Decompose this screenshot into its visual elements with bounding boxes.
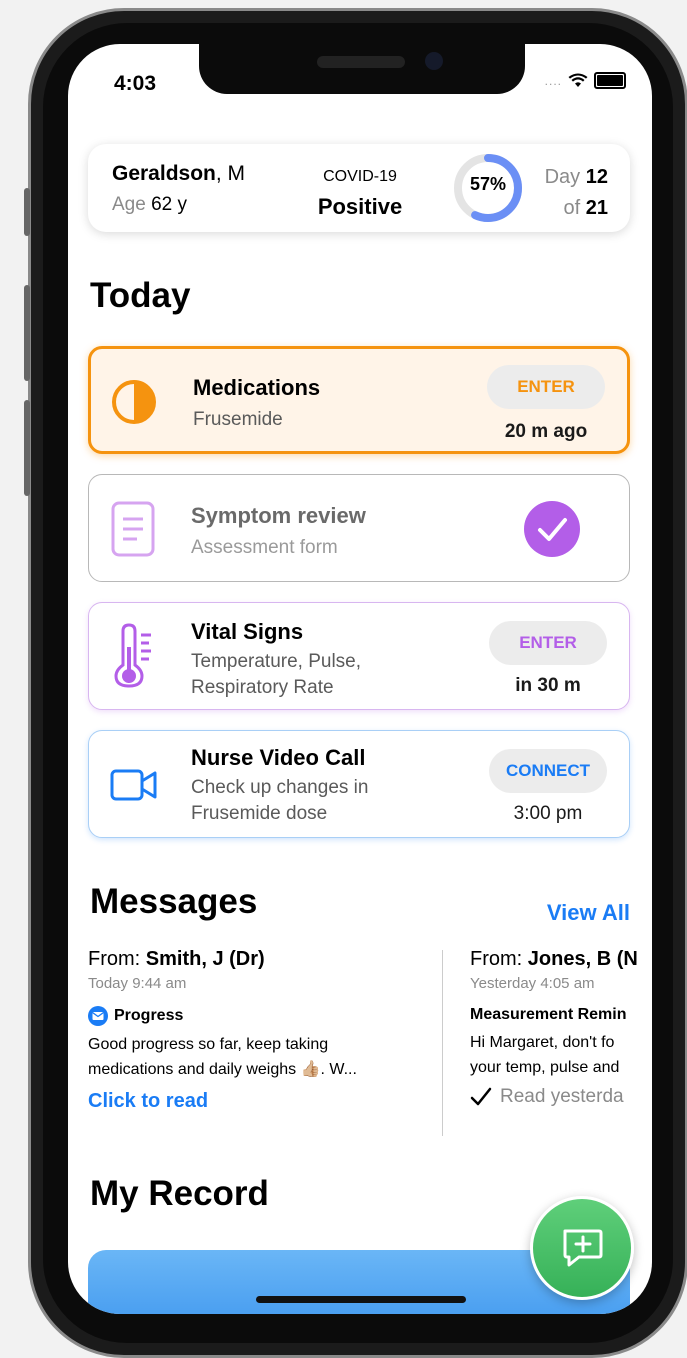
diagnosis-label: COVID-19: [323, 168, 397, 185]
card-subtitle: Frusemide: [193, 409, 283, 430]
mail-icon: [88, 1006, 108, 1026]
view-all-messages-link[interactable]: View All: [547, 900, 630, 926]
card-subtitle: Assessment form: [191, 537, 338, 558]
today-heading: Today: [90, 276, 191, 315]
card-title: Symptom review: [191, 503, 366, 528]
front-camera: [425, 52, 443, 70]
status-icons: ....: [545, 72, 626, 89]
card-title: Vital Signs: [191, 619, 304, 644]
message-subject: Progress: [88, 1006, 388, 1026]
messages-heading: Messages: [90, 882, 258, 921]
symptom-review-card[interactable]: Symptom review Assessment form: [88, 474, 630, 582]
card-subtitle-line-2: Respiratory Rate: [191, 677, 334, 698]
click-to-read-link[interactable]: Click to read: [88, 1090, 388, 1113]
document-icon: [111, 501, 155, 557]
message-divider: [442, 950, 443, 1136]
volume-down-button: [24, 400, 30, 496]
half-circle-icon: [112, 380, 156, 424]
connect-video-call-button[interactable]: CONNECT: [489, 749, 607, 793]
messages-carousel[interactable]: From: Smith, J (Dr) Today 9:44 am Progre…: [88, 948, 652, 1148]
card-time: 20 m ago: [504, 421, 588, 442]
video-camera-icon: [110, 769, 157, 801]
message-preview-line-1: Good progress so far, keep taking: [88, 1036, 329, 1053]
vital-signs-card[interactable]: Vital Signs Temperature, Pulse, Respirat…: [88, 602, 630, 710]
my-record-heading: My Record: [90, 1174, 269, 1213]
speaker: [317, 56, 405, 68]
compose-chat-icon: [563, 1229, 603, 1267]
message-card[interactable]: From: Jones, B (N Yesterday 4:05 am Meas…: [470, 948, 650, 1138]
battery-icon: [594, 72, 626, 89]
card-time: in 30 m: [515, 675, 581, 696]
message-time: Yesterday 4:05 am: [470, 975, 595, 992]
new-message-button[interactable]: [530, 1196, 634, 1300]
message-card[interactable]: From: Smith, J (Dr) Today 9:44 am Progre…: [88, 948, 388, 1138]
message-preview-line-2: medications and daily weighs 👍🏼. W...: [88, 1061, 357, 1078]
card-subtitle-line-2: Frusemide dose: [191, 803, 328, 824]
diagnosis-block: COVID-19 Positive: [300, 144, 420, 232]
status-time: 4:03: [114, 72, 157, 95]
card-subtitle-line-1: Temperature, Pulse,: [191, 651, 362, 672]
thermometer-icon: [114, 623, 151, 688]
enter-medications-button[interactable]: ENTER: [487, 365, 605, 409]
card-title: Nurse Video Call: [191, 745, 366, 770]
diagnosis-result: Positive: [317, 194, 403, 219]
app-screen: 4:03 .... Geraldson, M Age 62 y COVID-19…: [68, 44, 652, 1314]
message-subject: Measurement Remin: [470, 1006, 627, 1023]
wifi-icon: [568, 73, 588, 87]
message-preview-line-1: Hi Margaret, don't fo: [470, 1034, 615, 1051]
volume-up-button: [24, 285, 30, 381]
completed-check-icon: [524, 501, 580, 557]
message-preview-line-2: your temp, pulse and: [470, 1059, 620, 1076]
patient-name: Geraldson, M: [112, 162, 246, 185]
nurse-video-call-card[interactable]: Nurse Video Call Check up changes in Fru…: [88, 730, 630, 838]
progress-percent: 57%: [469, 174, 507, 194]
patient-summary-card[interactable]: Geraldson, M Age 62 y COVID-19 Positive …: [88, 144, 630, 232]
day-counter: Day 12 of 21: [544, 166, 608, 219]
card-subtitle-line-1: Check up changes in: [191, 777, 369, 798]
notch: [199, 44, 525, 94]
home-indicator[interactable]: [256, 1296, 466, 1303]
read-status: Read yesterda: [470, 1086, 650, 1108]
signal-icon: ....: [544, 73, 562, 88]
card-title: Medications: [193, 375, 321, 400]
patient-age: Age 62 y: [112, 194, 188, 215]
message-time: Today 9:44 am: [88, 975, 187, 992]
message-sender: From: Jones, B (N: [470, 948, 638, 970]
checkmark-icon: [470, 1087, 492, 1106]
medications-card[interactable]: Medications Frusemide ENTER 20 m ago: [88, 346, 630, 454]
mute-switch: [24, 188, 30, 236]
card-time: 3:00 pm: [513, 803, 583, 824]
message-sender: From: Smith, J (Dr): [88, 948, 265, 970]
enter-vital-signs-button[interactable]: ENTER: [489, 621, 607, 665]
